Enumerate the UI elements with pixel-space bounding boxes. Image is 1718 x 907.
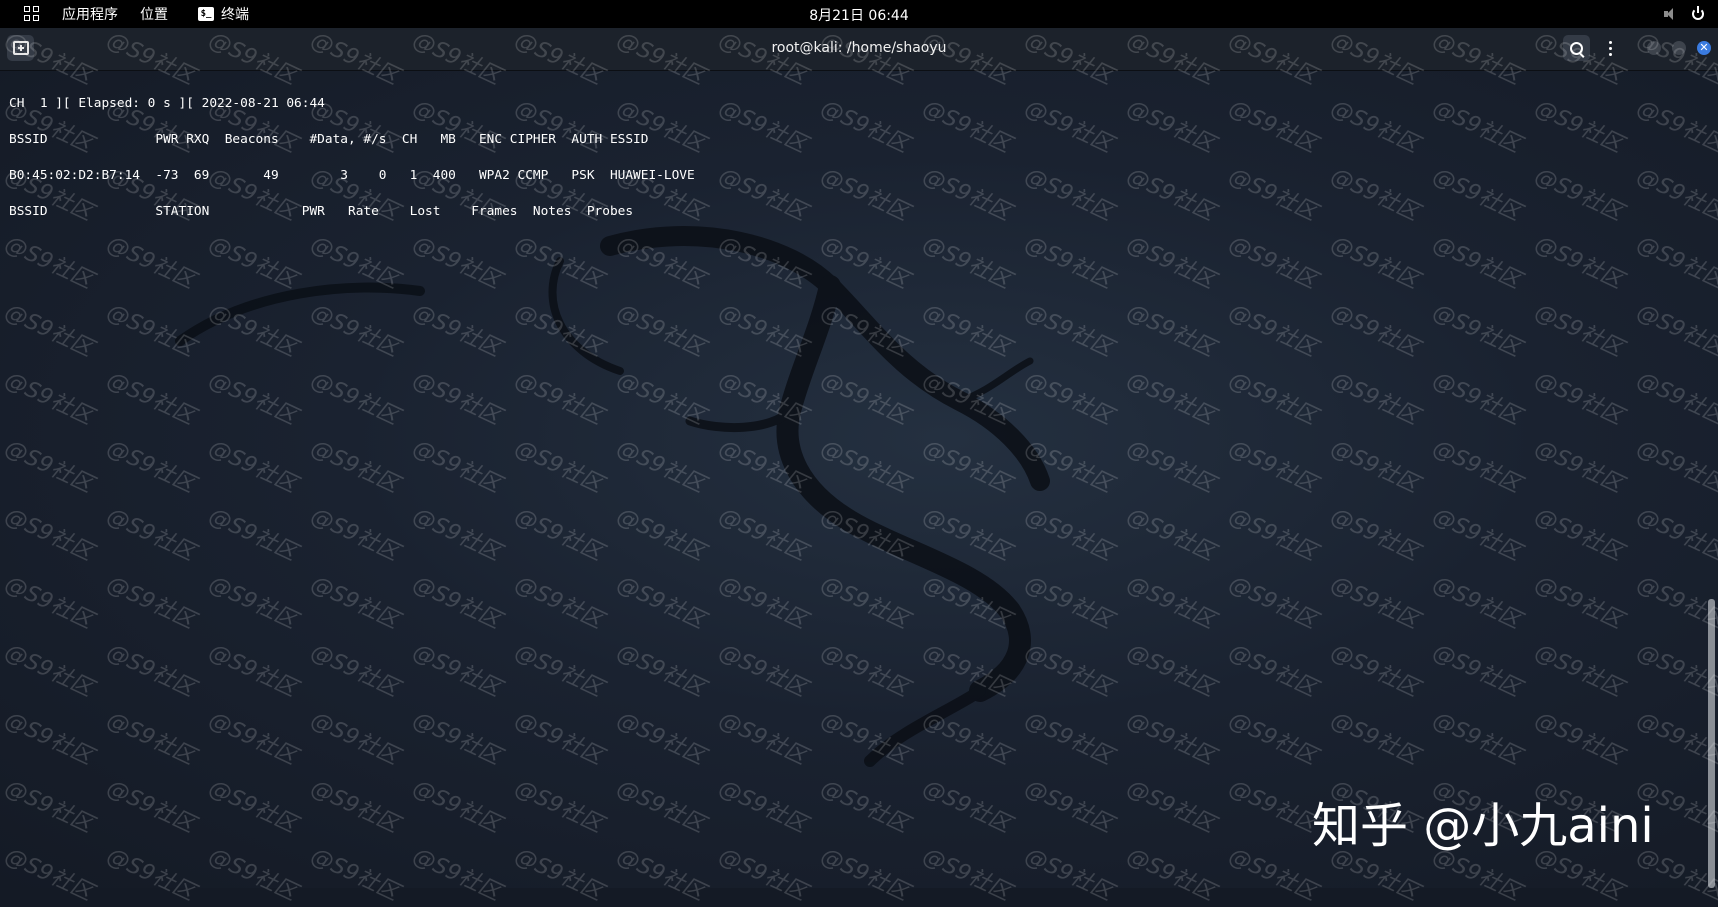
power-icon[interactable] xyxy=(1692,6,1704,20)
window-title-container: root@kali: /home/shaoyu xyxy=(0,40,1718,56)
terminal-scrollbar[interactable] xyxy=(1708,599,1715,888)
terminal-header-bar: root@kali: /home/shaoyu ✕ xyxy=(0,28,1718,71)
new-tab-icon xyxy=(12,41,29,55)
apps-grid-icon[interactable] xyxy=(24,6,40,22)
close-icon: ✕ xyxy=(1699,41,1709,54)
terminal-line-status: CH 1 ][ Elapsed: 0 s ][ 2022-08-21 06:44 xyxy=(9,96,325,111)
terminal-app-icon[interactable]: $_ xyxy=(198,7,214,21)
window-title: root@kali: /home/shaoyu xyxy=(771,40,947,56)
menu-button[interactable] xyxy=(1597,35,1624,61)
kebab-menu-icon xyxy=(1609,40,1612,44)
volume-icon[interactable] xyxy=(1664,8,1676,20)
maximize-button[interactable] xyxy=(1672,41,1686,55)
search-button[interactable] xyxy=(1563,35,1590,61)
terminal-output[interactable]: CH 1 ][ Elapsed: 0 s ][ 2022-08-21 06:44… xyxy=(9,86,695,230)
new-tab-button[interactable] xyxy=(7,35,34,61)
terminal-line-ap-header: BSSID PWR RXQ Beacons #Data, #/s CH MB E… xyxy=(9,132,649,147)
clock-container: 8月21日 06:44 xyxy=(0,5,1718,25)
system-tray xyxy=(1664,0,1704,28)
terminal-view[interactable]: CH 1 ][ Elapsed: 0 s ][ 2022-08-21 06:44… xyxy=(0,71,1718,888)
applications-menu[interactable]: 应用程序 xyxy=(62,4,118,24)
terminal-line-station-header: BSSID STATION PWR Rate Lost Frames Notes… xyxy=(9,204,634,219)
clock[interactable]: 8月21日 06:44 xyxy=(809,8,909,24)
places-menu[interactable]: 位置 xyxy=(140,4,168,24)
close-button[interactable]: ✕ xyxy=(1697,41,1711,55)
search-icon xyxy=(1570,41,1583,55)
terminal-line-ap-row: B0:45:02:D2:B7:14 -73 69 49 3 0 1 400 WP… xyxy=(9,168,695,183)
minimize-button[interactable] xyxy=(1647,41,1661,55)
zhihu-credit-watermark: 知乎 @小九aini xyxy=(1312,798,1654,854)
top-panel: 应用程序 位置 $_ 终端 8月21日 06:44 xyxy=(0,0,1718,28)
terminal-app-menu[interactable]: 终端 xyxy=(221,4,249,24)
